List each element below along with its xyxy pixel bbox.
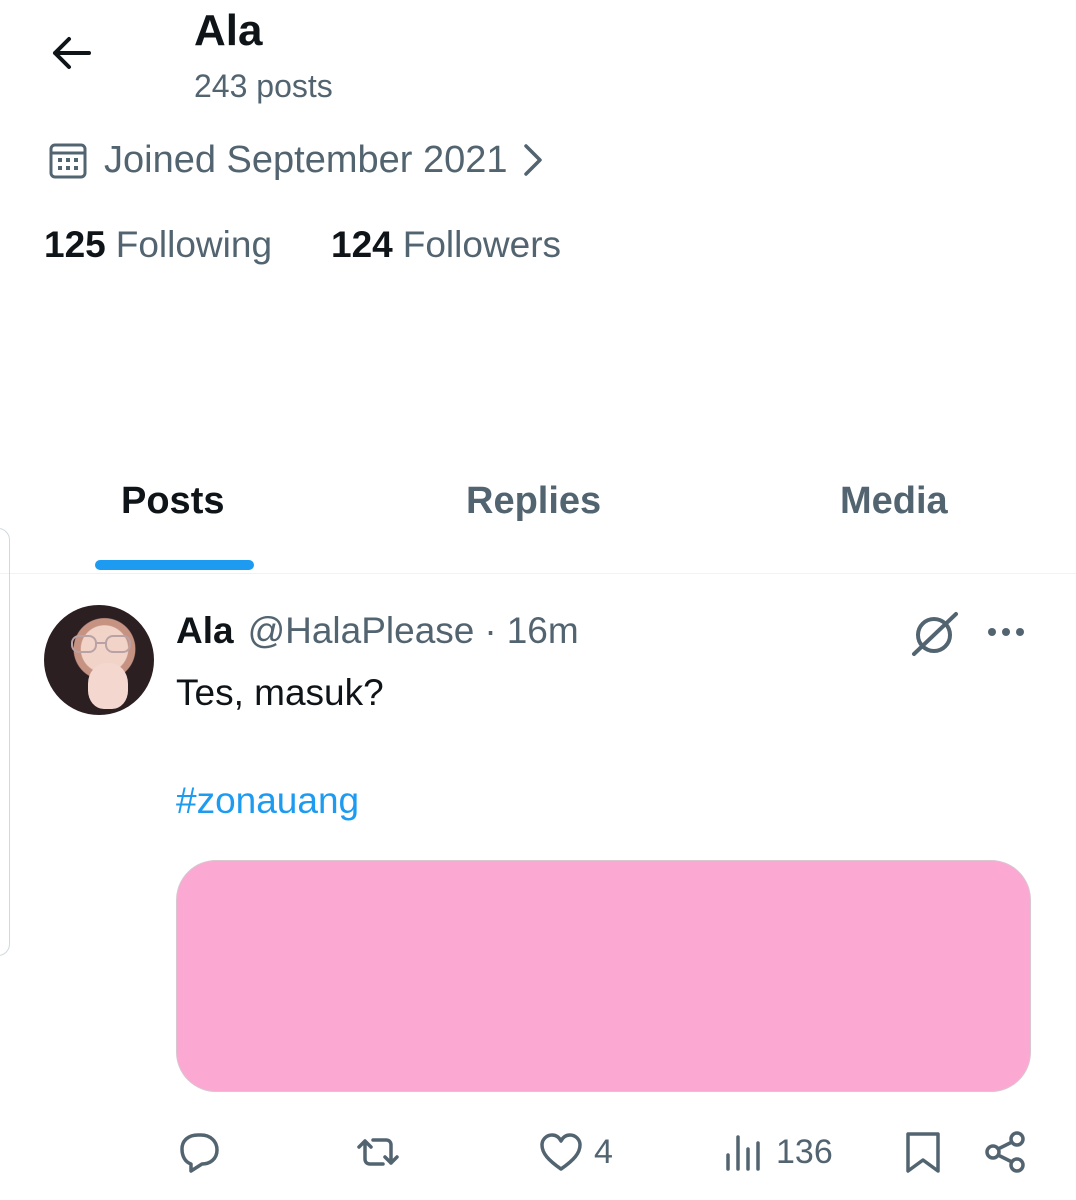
chevron-right-icon [523, 144, 542, 176]
post-separator: · [484, 610, 497, 651]
share-icon [985, 1131, 1025, 1173]
back-arrow-icon [53, 37, 91, 69]
tab-media[interactable]: Media [840, 480, 948, 523]
avatar-hand [88, 663, 128, 709]
grok-icon[interactable] [908, 610, 960, 658]
avatar[interactable] [44, 605, 154, 715]
back-button[interactable] [46, 30, 96, 76]
profile-header-name: Ala [194, 6, 263, 55]
active-tab-indicator [95, 560, 254, 570]
joined-date-text: Joined September 2021 [104, 138, 508, 181]
followers-label: Followers [402, 224, 562, 265]
post-hashtag[interactable]: #zonauang [176, 780, 359, 822]
views-button[interactable]: 136 [720, 1128, 833, 1176]
post-header: Ala @HalaPlease · 16m [176, 610, 579, 652]
post-timestamp[interactable]: 16m [507, 610, 579, 652]
following-count: 125 [44, 224, 106, 265]
profile-post-count: 243 posts [194, 68, 333, 104]
like-icon [540, 1133, 582, 1171]
post-media[interactable] [176, 860, 1031, 1092]
bookmark-icon [906, 1132, 940, 1173]
calendar-icon [49, 143, 87, 179]
joined-date-row[interactable]: Joined September 2021 [48, 136, 544, 184]
bookmark-button[interactable] [900, 1128, 946, 1176]
following-link[interactable]: 125 Following [44, 224, 272, 266]
repost-button[interactable] [355, 1128, 411, 1176]
post-author-handle[interactable]: @HalaPlease [248, 610, 475, 652]
profile-tabs: Posts Replies Media [0, 460, 1076, 574]
screen-edge-artifact [0, 528, 10, 956]
like-button[interactable]: 4 [538, 1128, 613, 1176]
reply-button[interactable] [176, 1128, 232, 1176]
reply-icon [180, 1133, 219, 1173]
followers-link[interactable]: 124 Followers [331, 224, 561, 266]
post-text: Tes, masuk? [176, 672, 384, 713]
like-count: 4 [594, 1132, 613, 1171]
views-count: 136 [776, 1132, 833, 1171]
repost-icon [357, 1138, 399, 1166]
tab-posts[interactable]: Posts [121, 480, 224, 523]
followers-count: 124 [331, 224, 393, 265]
post-author-name[interactable]: Ala [176, 610, 234, 652]
following-label: Following [115, 224, 273, 265]
tab-replies[interactable]: Replies [466, 480, 601, 523]
share-button[interactable] [982, 1128, 1028, 1176]
avatar-glasses [71, 635, 131, 653]
more-icon[interactable] [982, 616, 1030, 648]
views-icon [726, 1135, 760, 1171]
